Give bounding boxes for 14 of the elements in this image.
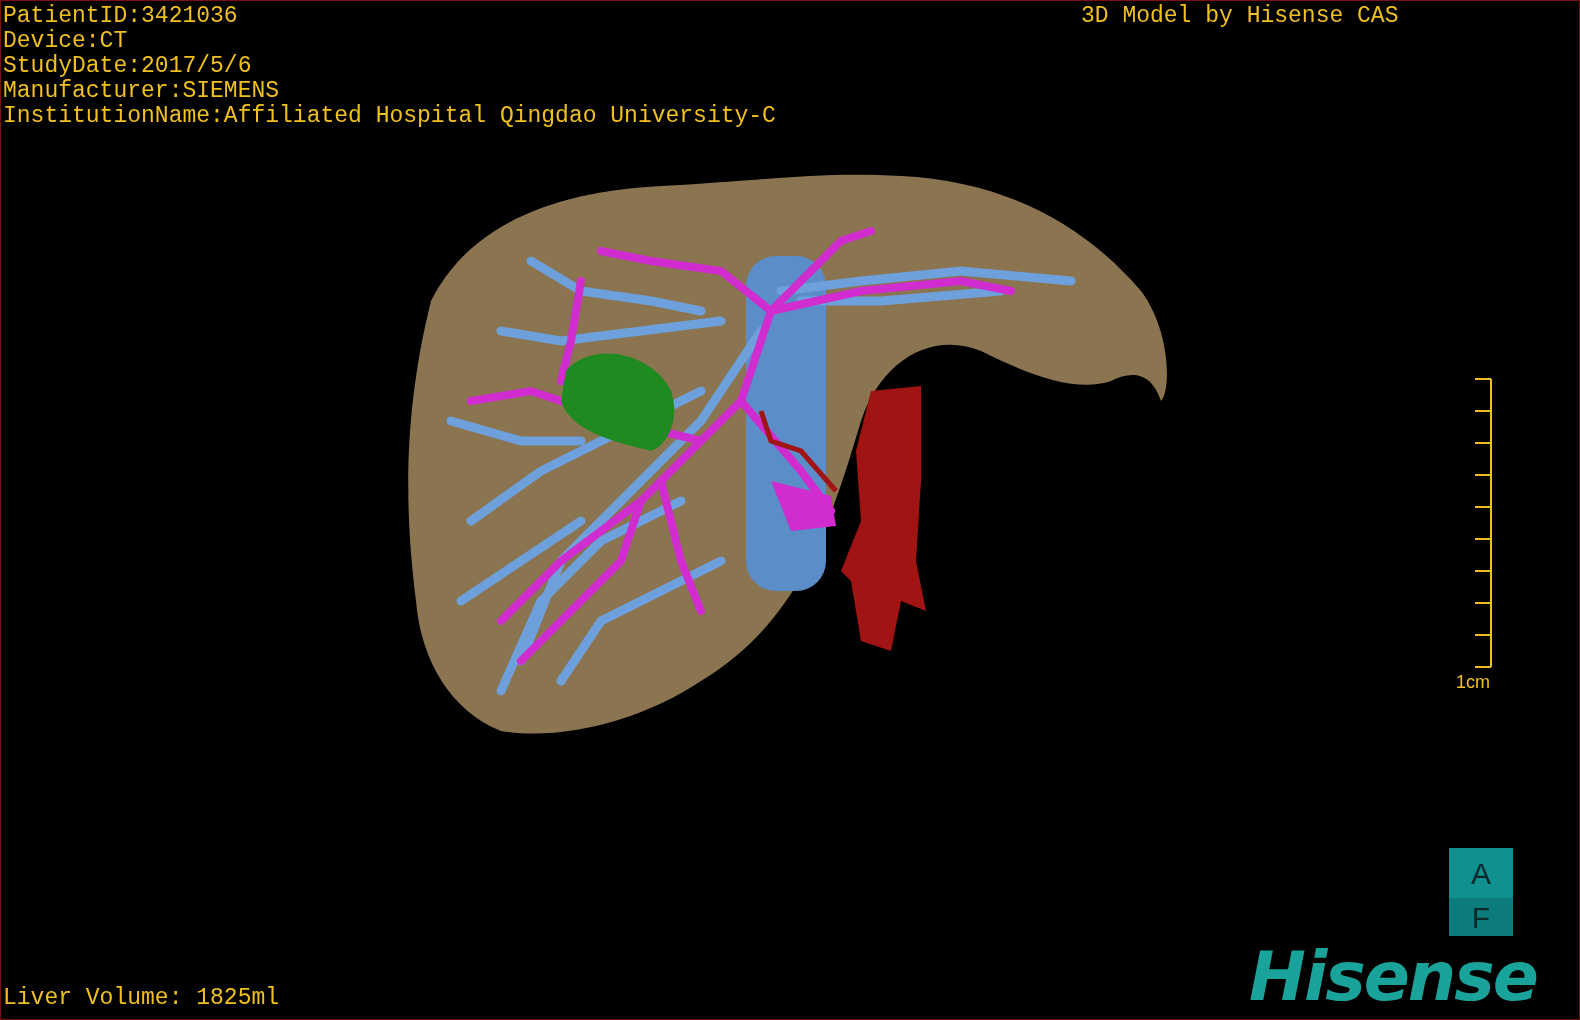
patient-info-text: StudyDate:2017/5/6 <box>3 54 253 79</box>
liver-volume-text: Liver Volume: 1825ml <box>3 986 280 1011</box>
patient-info-text: PatientID:3421036 <box>3 4 239 29</box>
foot-face-label: F <box>1449 898 1513 936</box>
patient-info-text: Manufacturer:SIEMENS <box>3 79 281 104</box>
liver-model-drawing[interactable] <box>408 174 1167 734</box>
patient-info-text: Device:CT <box>3 29 129 54</box>
scale-label: 1cm <box>1456 672 1490 692</box>
scale-bar-icon <box>1475 378 1493 668</box>
patient-info-text: InstitutionName:Affiliated Hospital Qingdao University-C <box>3 104 776 129</box>
orientation-cube[interactable]: A F <box>1449 848 1513 936</box>
model-credit-text: 3D Model by Hisense CAS <box>1081 4 1399 29</box>
logo-text: Hisense <box>1249 941 1537 1013</box>
anterior-face-label: A <box>1449 848 1513 898</box>
